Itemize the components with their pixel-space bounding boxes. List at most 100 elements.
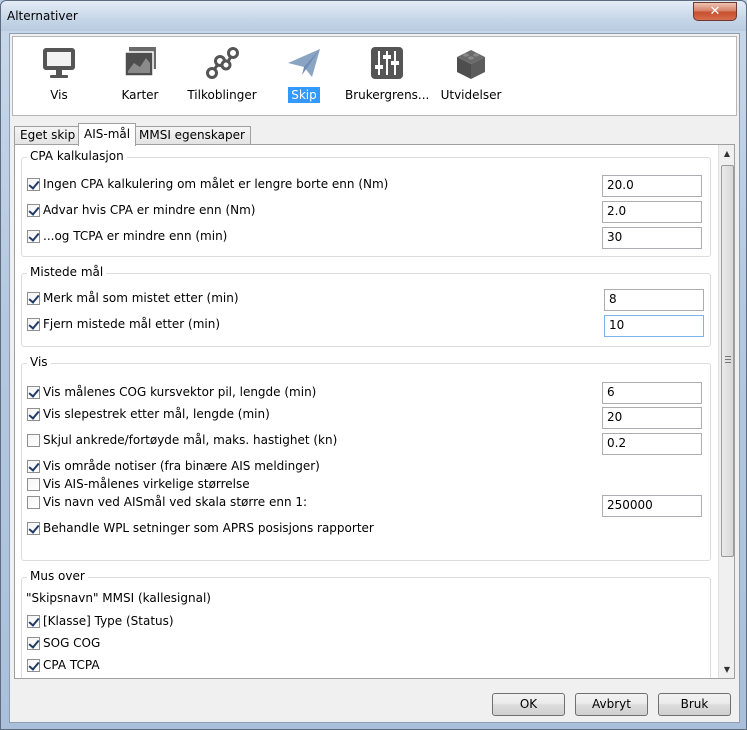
checkbox-label: Vis navn ved AISmål ved skala større enn… [43,495,308,509]
mouse-over-group: Mus over "Skipsnavn" MMSI (kallesignal) … [21,569,711,678]
window-title: Alternativer [7,9,78,23]
checkbox-label: Ingen CPA kalkulering om målet er lengre… [43,177,389,191]
checkbox[interactable] [27,433,40,447]
checkbox[interactable] [27,636,40,650]
cancel-button[interactable]: Avbryt [575,693,648,716]
connections-icon [206,47,239,79]
checkbox[interactable] [27,658,40,672]
toolbar-label: Vis [50,88,68,102]
cpa-max-distance-input[interactable]: 20.0 [602,175,702,197]
monitor-icon [43,48,75,78]
checkbox-label: Fjern mistede mål etter (min) [43,317,221,331]
area-notices-row[interactable]: Vis område notiser (fra binære AIS meldi… [27,458,320,474]
checkbox[interactable] [27,177,40,191]
show-names-scale-input[interactable]: 250000 [602,495,702,517]
wpl-aprs-row[interactable]: Behandle WPL setninger som APRS posisjon… [27,520,374,536]
checkbox-label: Behandle WPL setninger som APRS posisjon… [43,521,374,535]
lost-targets-group: Mistede mål Merk mål som mistet etter (m… [21,265,711,347]
checkbox[interactable] [27,317,40,331]
toolbar-label: Skip [288,87,320,103]
grip-icon [725,356,731,363]
cog-vector-row[interactable]: Vis målenes COG kursvektor pil, lengde (… [27,384,316,400]
checkbox-label: ...og TCPA er mindre enn (min) [43,229,228,243]
mouse-over-name-label: "Skipsnavn" MMSI (kallesignal) [26,591,211,605]
toolbar-item-tilkoblinger[interactable]: Tilkoblinger [177,43,267,113]
real-size-row[interactable]: Vis AIS-målenes virkelige størrelse [27,476,250,492]
category-toolbar: Vis Karter Tilkoblinger Skip Brukergrens… [12,36,737,116]
group-title: Vis [27,355,51,369]
charts-icon [124,47,156,77]
checkbox-label: Vis slepestrek etter mål, lengde (min) [43,407,270,421]
cpa-group: CPA kalkulasjon Ingen CPA kalkulering om… [21,149,711,257]
checkbox[interactable] [27,407,40,421]
mark-lost-row[interactable]: Merk mål som mistet etter (min) [27,290,239,306]
toolbar-label: Tilkoblinger [187,88,257,102]
tab-eget-skip[interactable]: Eget skip [14,126,82,145]
hide-anchored-row[interactable]: Skjul ankrede/fortøyde mål, maks. hastig… [27,432,337,448]
plugin-brick-icon [457,50,485,79]
toolbar-item-vis[interactable]: Vis [14,43,104,113]
ok-button[interactable]: OK [492,693,565,716]
checkbox[interactable] [27,614,40,628]
sog-cog-row[interactable]: SOG COG [27,635,100,651]
class-type-row[interactable]: [Klasse] Type (Status) [27,613,174,629]
tracks-input[interactable]: 20 [602,407,702,429]
scroll-thumb[interactable] [721,165,734,557]
toolbar-label: Karter [121,88,159,102]
display-group: Vis Vis målenes COG kursvektor pil, leng… [21,355,711,561]
checkbox[interactable] [27,459,40,473]
checkbox-label: CPA TCPA [43,658,100,672]
cpa-max-distance-row[interactable]: Ingen CPA kalkulering om målet er lengre… [27,176,388,192]
checkbox-label: Vis område notiser (fra binære AIS meldi… [43,459,320,473]
checkbox[interactable] [27,203,40,217]
toolbar-item-utvidelser[interactable]: Utvidelser [426,43,516,113]
checkbox[interactable] [27,477,40,491]
group-title: Mus over [27,569,88,583]
mark-lost-input[interactable]: 8 [604,289,704,311]
checkbox[interactable] [27,385,40,399]
cpa-tcpa-row[interactable]: CPA TCPA [27,657,100,673]
tracks-row[interactable]: Vis slepestrek etter mål, lengde (min) [27,406,270,422]
remove-lost-row[interactable]: Fjern mistede mål etter (min) [27,316,220,332]
toolbar-label: Utvidelser [440,88,502,102]
checkbox[interactable] [27,229,40,243]
ais-targets-panel: CPA kalkulasjon Ingen CPA kalkulering om… [14,144,735,679]
tab-mmsi-egenskaper[interactable]: MMSI egenskaper [133,126,251,145]
checkbox-label: Vis AIS-målenes virkelige størrelse [43,477,250,491]
checkbox-label: [Klasse] Type (Status) [43,614,174,628]
hide-anchored-input[interactable]: 0.2 [602,433,702,455]
sliders-icon [371,47,403,79]
ship-paper-plane-icon [288,49,320,77]
tcpa-warn-input[interactable]: 30 [602,227,702,249]
cpa-warn-row[interactable]: Advar hvis CPA er mindre enn (Nm) [27,202,255,218]
checkbox-label: Skjul ankrede/fortøyde mål, maks. hastig… [43,433,338,447]
checkbox-label: Advar hvis CPA er mindre enn (Nm) [43,203,256,217]
group-title: Mistede mål [27,265,107,279]
toolbar-label: Brukergrens... [345,88,430,102]
tab-ais-maal[interactable]: AIS-mål [78,123,137,146]
cog-vector-input[interactable]: 6 [602,382,702,404]
toolbar-item-karter[interactable]: Karter [95,43,185,113]
options-window: Alternativer ✕ Vis Karter Tilkoblinger S… [0,0,747,730]
tcpa-warn-row[interactable]: ...og TCPA er mindre enn (min) [27,228,227,244]
apply-button[interactable]: Bruk [658,693,731,716]
scroll-up-icon[interactable]: ▲ [719,145,734,162]
checkbox[interactable] [27,291,40,305]
checkbox[interactable] [27,495,40,509]
checkbox-label: SOG COG [43,636,101,650]
toolbar-item-brukergrensesnitt[interactable]: Brukergrens... [342,43,432,113]
toolbar-item-skip[interactable]: Skip [259,43,349,113]
tab-strip: Eget skip AIS-mål MMSI egenskaper [14,123,739,146]
scroll-down-icon[interactable]: ▼ [719,661,734,678]
cpa-warn-input[interactable]: 2.0 [602,201,702,223]
dialog-body: Vis Karter Tilkoblinger Skip Brukergrens… [9,33,740,723]
checkbox[interactable] [27,521,40,535]
remove-lost-input[interactable]: 10 [604,315,704,337]
checkbox-label: Merk mål som mistet etter (min) [43,291,239,305]
show-names-row[interactable]: Vis navn ved AISmål ved skala større enn… [27,494,307,510]
checkbox-label: Vis målenes COG kursvektor pil, lengde (… [43,385,317,399]
close-button[interactable]: ✕ [693,2,737,21]
vertical-scrollbar[interactable]: ▲ ▼ [718,145,734,678]
group-title: CPA kalkulasjon [27,149,127,163]
title-bar[interactable]: Alternativer ✕ [1,1,746,31]
